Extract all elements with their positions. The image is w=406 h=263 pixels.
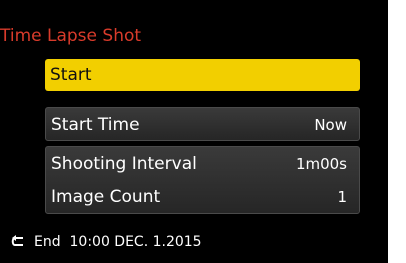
camera-menu-screen: Time Lapse Shot Start Start Time Now Sho… <box>0 0 388 263</box>
footer-text: End 10:00 DEC. 1.2015 <box>34 234 202 250</box>
shooting-interval-row[interactable]: Shooting Interval 1m00s <box>46 147 359 181</box>
shooting-interval-value: 1m00s <box>295 155 347 173</box>
start-button[interactable]: Start <box>45 59 360 91</box>
image-count-row[interactable]: Image Count 1 <box>46 180 359 214</box>
menu-title: Time Lapse Shot <box>0 26 142 46</box>
image-count-label: Image Count <box>51 187 161 207</box>
start-time-label: Start Time <box>51 115 140 135</box>
shooting-interval-label: Shooting Interval <box>51 154 197 174</box>
back-arrow-icon[interactable] <box>10 234 26 250</box>
start-time-value: Now <box>314 116 347 134</box>
interval-settings-group: Shooting Interval 1m00s Image Count 1 <box>45 146 360 214</box>
footer-status: End 10:00 DEC. 1.2015 <box>10 232 202 252</box>
image-count-value: 1 <box>337 188 347 206</box>
start-time-row[interactable]: Start Time Now <box>45 107 360 141</box>
